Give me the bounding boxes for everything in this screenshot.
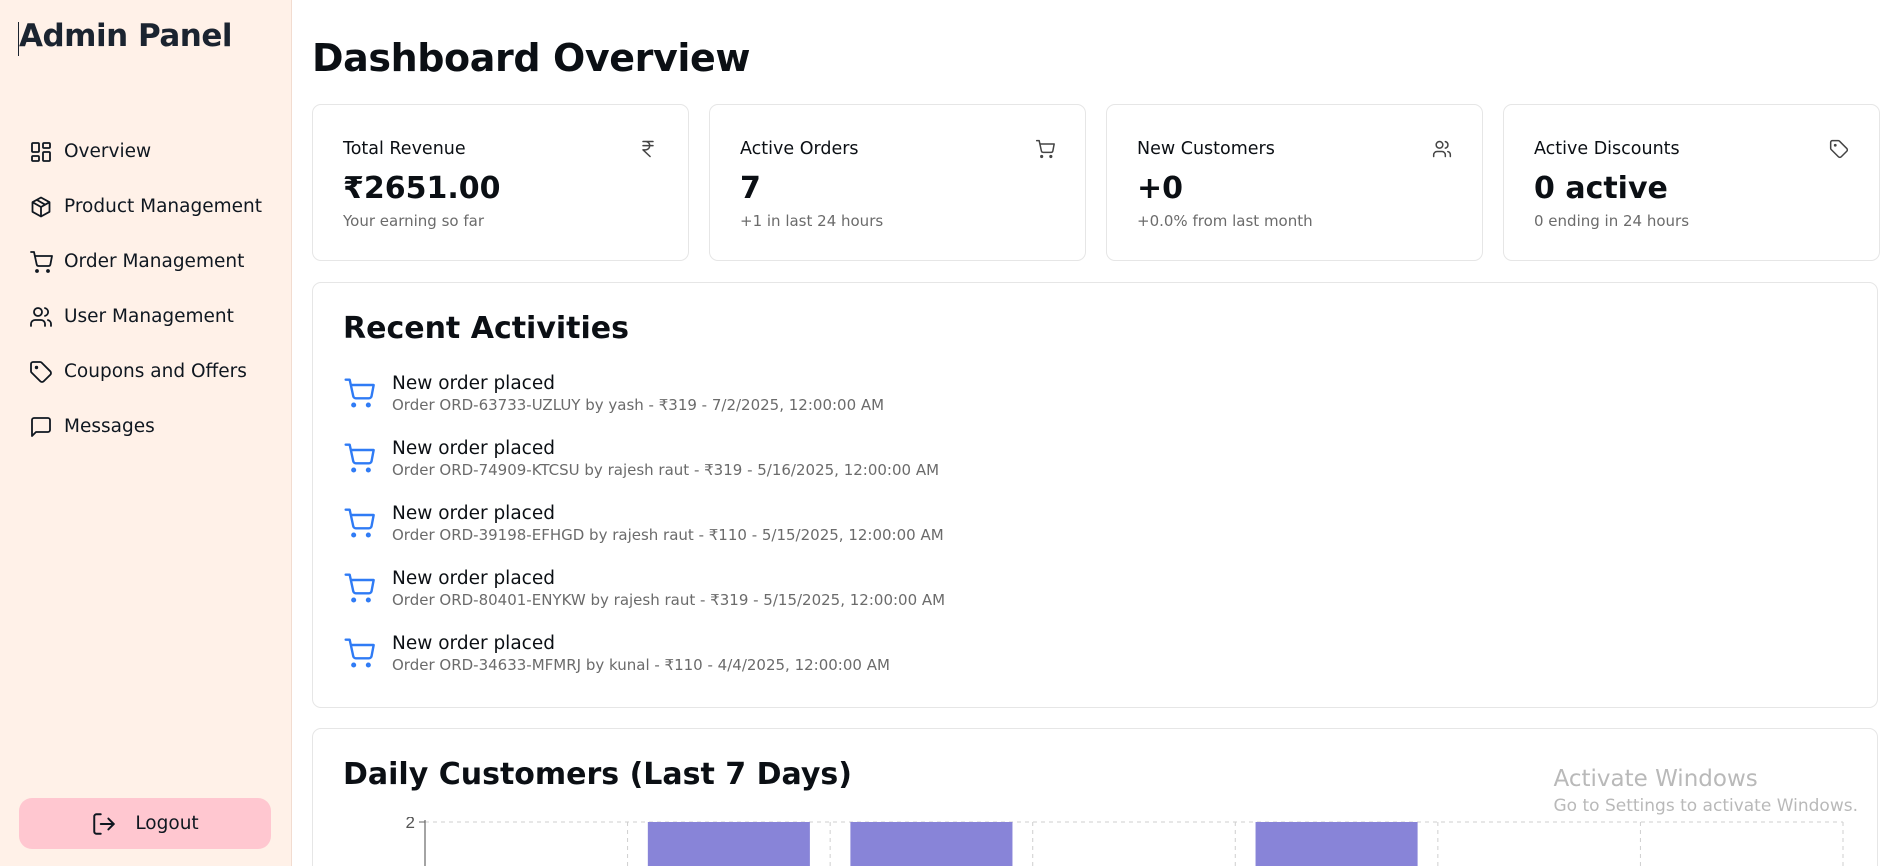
- activity-title: New order placed: [392, 438, 555, 459]
- chart-bar[interactable]: [1255, 822, 1418, 866]
- activity-description: Order ORD-63733-UZLUY by yash - ₹319 - 7…: [392, 396, 885, 414]
- cart-icon: [344, 443, 375, 473]
- list-item: New order placed Order ORD-74909-KTCSU b…: [343, 438, 945, 503]
- activity-description: Order ORD-39198-EFHGD by rajesh raut - ₹…: [392, 526, 944, 544]
- rupee-icon: [642, 140, 654, 158]
- sidebar-item-label: User Management: [64, 306, 234, 327]
- activity-description: Order ORD-34633-MFMRJ by kunal - ₹110 - …: [392, 656, 890, 674]
- stat-card-value: ₹2651.00: [343, 171, 501, 206]
- stat-card-value: 0 active: [1534, 171, 1668, 206]
- chart-bar[interactable]: [850, 822, 1013, 866]
- stat-card-value: +0: [1137, 171, 1184, 206]
- page-title: Dashboard Overview: [312, 36, 751, 80]
- cart-icon: [1035, 139, 1055, 159]
- sidebar: Admin Panel Overview Product Management: [0, 0, 292, 866]
- sidebar-nav: Overview Product Management Order Manage…: [0, 124, 291, 454]
- sidebar-item-label: Product Management: [64, 196, 262, 217]
- sidebar-item-label: Overview: [64, 141, 152, 162]
- recent-activities-panel: Recent Activities New order placed Order…: [312, 282, 1878, 708]
- stat-card-title: New Customers: [1137, 139, 1275, 159]
- stat-card-active-orders: Active Orders 7 +1 in last 24 hours: [709, 104, 1086, 261]
- stat-card-title: Total Revenue: [343, 139, 466, 159]
- activity-list: New order placed Order ORD-63733-UZLUY b…: [343, 373, 945, 698]
- users-icon: [1432, 140, 1452, 158]
- logout-label: Logout: [135, 813, 199, 834]
- stat-card-active-discounts: Active Discounts 0 active 0 ending in 24…: [1503, 104, 1880, 261]
- main-content: Dashboard Overview Total Revenue ₹2651.0…: [292, 0, 1900, 866]
- tag-icon: [30, 360, 52, 383]
- app-root: Admin Panel Overview Product Management: [0, 0, 1900, 866]
- stat-card-value: 7: [740, 171, 761, 206]
- stat-card-subtext: +0.0% from last month: [1137, 212, 1313, 230]
- users-icon: [30, 306, 52, 327]
- activity-description: Order ORD-80401-ENYKW by rajesh raut - ₹…: [392, 591, 946, 609]
- grid-icon: [31, 141, 51, 162]
- stat-card-new-customers: New Customers +0 +0.0% from last month: [1106, 104, 1483, 261]
- sidebar-item-overview[interactable]: Overview: [0, 124, 291, 179]
- cart-icon: [344, 508, 375, 538]
- message-icon: [31, 416, 51, 437]
- tag-icon: [1829, 139, 1849, 159]
- activity-description: Order ORD-74909-KTCSU by rajesh raut - ₹…: [392, 461, 940, 479]
- stat-card-subtext: +1 in last 24 hours: [740, 212, 884, 230]
- sidebar-item-user-management[interactable]: User Management: [0, 289, 291, 344]
- list-item: New order placed Order ORD-80401-ENYKW b…: [343, 568, 945, 633]
- package-icon: [31, 196, 51, 217]
- logout-button[interactable]: Logout: [19, 798, 271, 849]
- activity-title: New order placed: [392, 373, 555, 394]
- cart-icon: [30, 250, 53, 273]
- cart-icon: [344, 573, 375, 603]
- app-brand: Admin Panel: [19, 18, 233, 54]
- daily-customers-chart: 2: [406, 817, 1844, 866]
- chart-bar[interactable]: [647, 822, 810, 866]
- cart-icon: [344, 378, 375, 408]
- list-item: New order placed Order ORD-63733-UZLUY b…: [343, 373, 945, 438]
- sidebar-item-order-management[interactable]: Order Management: [0, 234, 291, 289]
- sidebar-item-label: Coupons and Offers: [64, 361, 247, 382]
- cart-icon: [344, 638, 375, 668]
- sidebar-item-label: Messages: [64, 416, 155, 437]
- activate-windows-watermark: Activate Windows Go to Settings to activ…: [1554, 766, 1859, 816]
- stat-card-total-revenue: Total Revenue ₹2651.00 Your earning so f…: [312, 104, 689, 261]
- sidebar-item-label: Order Management: [64, 251, 245, 272]
- stat-card-subtext: Your earning so far: [343, 212, 484, 230]
- stat-card-subtext: 0 ending in 24 hours: [1534, 212, 1690, 230]
- stat-card-title: Active Orders: [740, 139, 859, 159]
- sidebar-item-messages[interactable]: Messages: [0, 399, 291, 454]
- list-item: New order placed Order ORD-39198-EFHGD b…: [343, 503, 945, 568]
- activity-title: New order placed: [392, 503, 555, 524]
- activity-title: New order placed: [392, 633, 555, 654]
- stat-card-title: Active Discounts: [1534, 139, 1680, 159]
- list-item: New order placed Order ORD-34633-MFMRJ b…: [343, 633, 945, 698]
- sidebar-item-product-management[interactable]: Product Management: [0, 179, 291, 234]
- watermark-title: Activate Windows: [1553, 766, 1758, 792]
- stat-cards: Total Revenue ₹2651.00 Your earning so f…: [312, 104, 1880, 261]
- sidebar-item-coupons-and-offers[interactable]: Coupons and Offers: [0, 344, 291, 399]
- activity-title: New order placed: [392, 568, 555, 589]
- watermark-subtitle: Go to Settings to activate Windows.: [1553, 796, 1859, 816]
- y-tick-label: 2: [406, 817, 415, 832]
- recent-activities-title: Recent Activities: [343, 311, 630, 346]
- logout-icon: [93, 812, 116, 835]
- daily-customers-title: Daily Customers (Last 7 Days): [343, 757, 852, 792]
